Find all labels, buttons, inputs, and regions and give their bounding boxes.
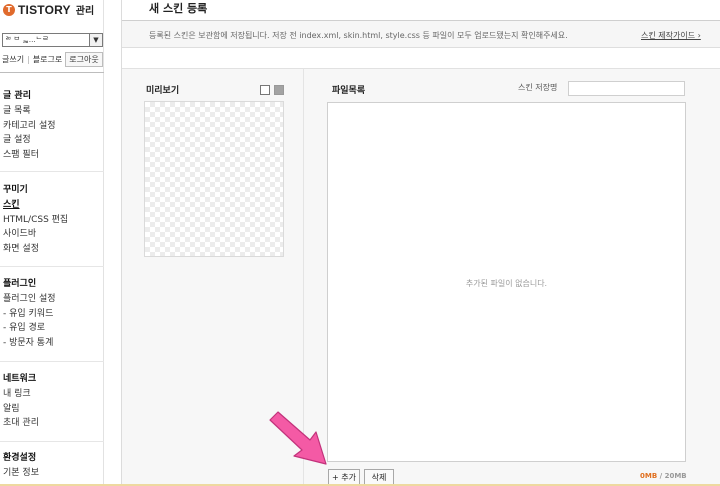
sidebar-item-notifications[interactable]: 알림 (3, 402, 39, 417)
top-links: 글쓰기 | 블로그로 로그아웃 (2, 52, 103, 67)
sidebar-item-keywords[interactable]: - 유입 키워드 (3, 307, 56, 322)
file-list-panel: 파일목록 스킨 저장명 추가된 파일이 없습니다. + 추가 삭제 0MB / … (303, 68, 720, 486)
tistory-logo-icon: T (3, 3, 15, 16)
logout-button[interactable]: 로그아웃 (65, 52, 103, 67)
sidebar-divider (0, 361, 104, 362)
sidebar-divider (0, 72, 104, 73)
nav-group-title: 꾸미기 (3, 185, 28, 195)
nav-group-title: 네트워크 (3, 374, 37, 384)
preview-label: 미리보기 (146, 86, 180, 96)
skin-name-label: 스킨 저장명 (518, 83, 558, 92)
nav-group-title: 환경설정 (3, 453, 37, 463)
blog-select[interactable]: ᄅᄇ ᄇ ᆲ…ᄂᄅ ▼ (2, 33, 103, 47)
sidebar-item-basic-info[interactable]: 기본 정보 (3, 466, 39, 481)
nav-group-preferences: 환경설정 기본 정보 (3, 451, 39, 481)
write-link[interactable]: 글쓰기 (2, 54, 24, 65)
sidebar-item-skin[interactable]: 스킨 (3, 198, 68, 213)
gray-background-toggle[interactable] (274, 85, 284, 95)
file-list-label: 파일목록 (332, 86, 366, 96)
nav-group-title: 플러그인 (3, 279, 37, 289)
sidebar-item-my-links[interactable]: 내 링크 (3, 387, 39, 402)
nav-group-posts: 글 관리 글 목록 카테고리 설정 글 설정 스팸 필터 (3, 89, 56, 162)
storage-used: 0MB (640, 472, 658, 480)
sidebar-divider (0, 441, 104, 442)
blog-link[interactable]: 블로그로 (33, 54, 62, 65)
sidebar-item-visitor-stats[interactable]: - 방문자 통계 (3, 336, 56, 351)
pink-arrow-icon (269, 411, 327, 465)
chevron-down-icon[interactable]: ▼ (89, 34, 102, 46)
page-title: 새 스킨 등록 (149, 2, 208, 15)
logo-sub-label: 관리 (75, 6, 95, 17)
divider: | (27, 55, 30, 64)
skin-name-input[interactable] (568, 81, 685, 96)
sidebar-item-screen-settings[interactable]: 화면 설정 (3, 242, 68, 257)
nav-group-decorate: 꾸미기 스킨 HTML/CSS 편집 사이드바 화면 설정 (3, 183, 68, 256)
sidebar-item-sidebar[interactable]: 사이드바 (3, 227, 68, 242)
nav-group-plugins: 플러그인 플러그인 설정 - 유입 키워드 - 유입 경로 - 방문자 통계 (3, 277, 56, 350)
sidebar-item-spam-filter[interactable]: 스팸 필터 (3, 148, 56, 163)
storage-usage: 0MB / 20MB (640, 472, 687, 480)
skin-guide-link[interactable]: 스킨 제작가이드 › (641, 30, 701, 41)
sidebar-item-invitations[interactable]: 초대 관리 (3, 416, 39, 431)
sidebar-item-referrers[interactable]: - 유입 경로 (3, 321, 56, 336)
arrow-shape (269, 411, 327, 465)
sidebar-item-category-settings[interactable]: 카테고리 설정 (3, 119, 56, 134)
sidebar: T TISTORY 관리 ᄅᄇ ᄇ ᆲ…ᄂᄅ ▼ 글쓰기 | 블로그로 로그아웃… (0, 0, 104, 486)
file-list[interactable]: 추가된 파일이 없습니다. (327, 102, 686, 462)
sidebar-item-post-list[interactable]: 글 목록 (3, 104, 56, 119)
sidebar-divider (0, 266, 104, 267)
blog-select-value: ᄅᄇ ᄇ ᆲ…ᄂᄅ (5, 36, 49, 44)
logo-text: TISTORY (18, 2, 71, 17)
white-background-toggle[interactable] (260, 85, 270, 95)
preview-canvas (144, 101, 284, 257)
sidebar-divider (0, 171, 104, 172)
sidebar-item-post-settings[interactable]: 글 설정 (3, 133, 56, 148)
empty-file-message: 추가된 파일이 없습니다. (465, 279, 548, 288)
notice-bar: 등록된 스킨은 보관함에 저장됩니다. 저장 전 index.xml, skin… (122, 21, 720, 48)
nav-group-title: 글 관리 (3, 91, 31, 101)
sidebar-item-plugin-settings[interactable]: 플러그인 설정 (3, 292, 56, 307)
tistory-logo[interactable]: T TISTORY 관리 (3, 2, 94, 17)
storage-total: / 20MB (657, 472, 687, 480)
notice-text: 등록된 스킨은 보관함에 저장됩니다. 저장 전 index.xml, skin… (149, 31, 568, 40)
nav-group-network: 네트워크 내 링크 알림 초대 관리 (3, 372, 39, 431)
sidebar-item-html-css[interactable]: HTML/CSS 편집 (3, 213, 68, 228)
